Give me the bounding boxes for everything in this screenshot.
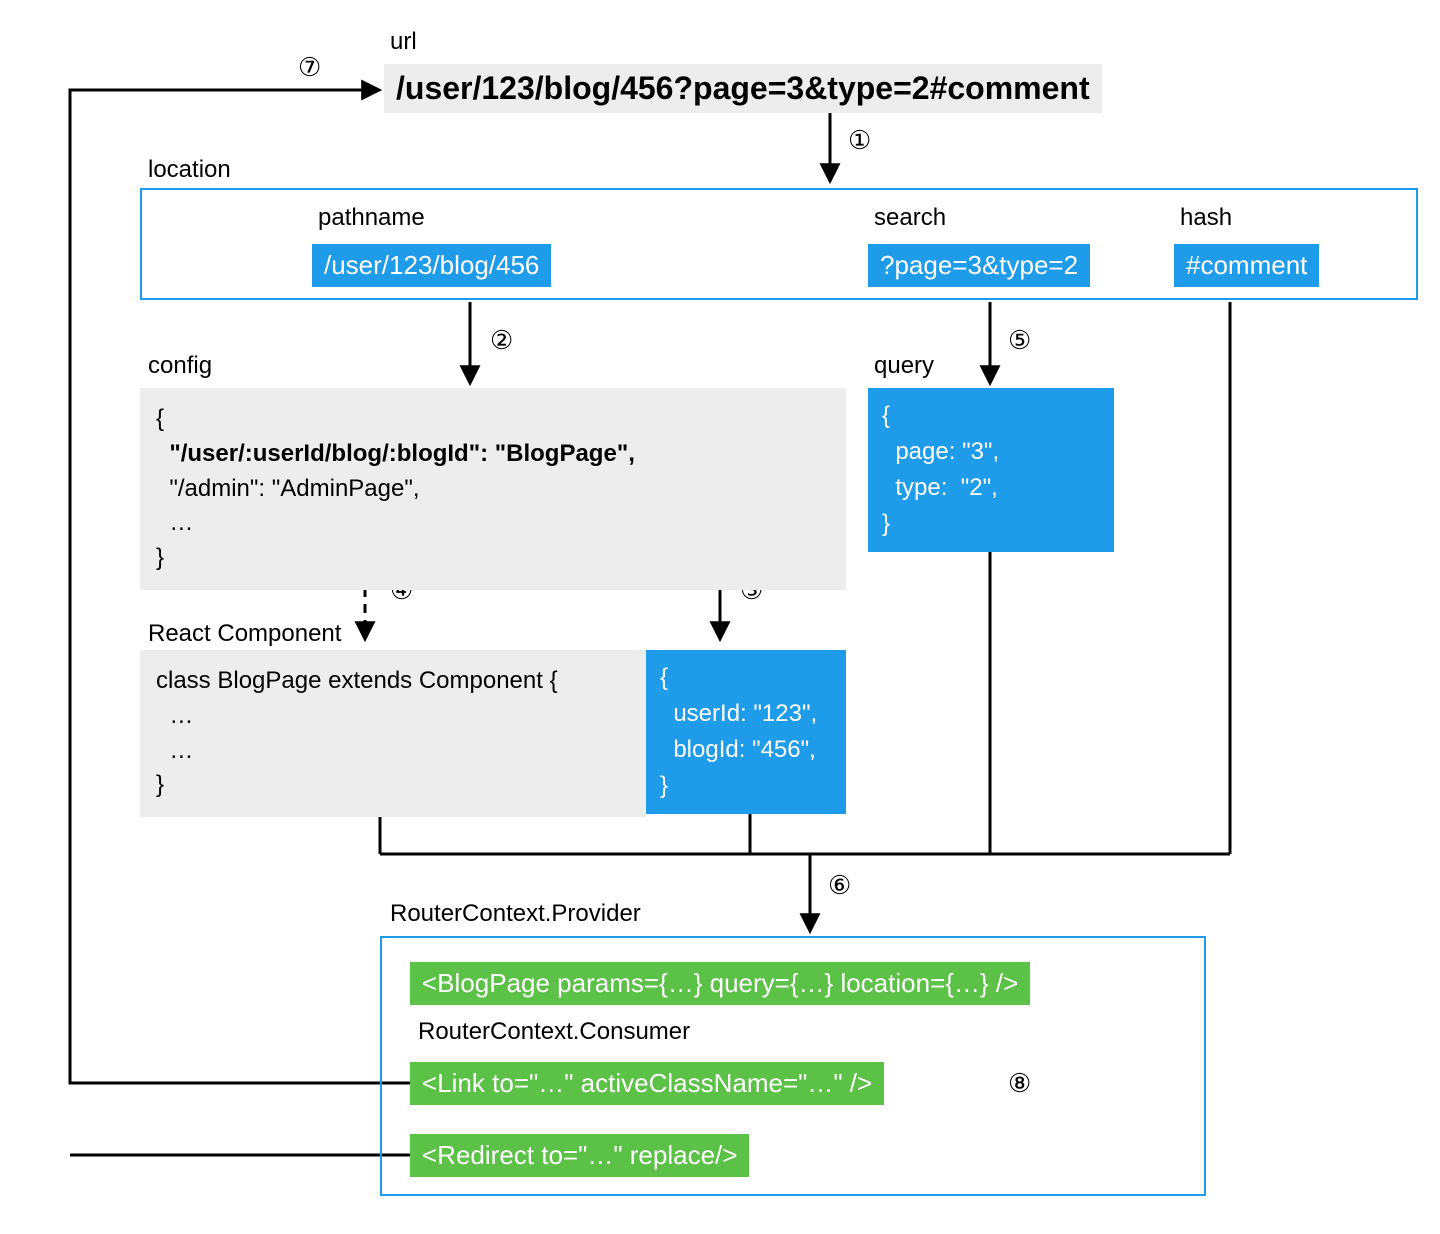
config-open: {	[156, 402, 830, 437]
step-7: ⑦	[298, 52, 321, 83]
component-line2: …	[156, 734, 630, 769]
step-5: ⑤	[1008, 325, 1031, 356]
provider-label: RouterContext.Provider	[390, 900, 641, 928]
hash-label: hash	[1180, 204, 1232, 232]
params-close: }	[660, 768, 832, 804]
component-box: class BlogPage extends Component { … … }	[140, 650, 646, 817]
config-line3: …	[156, 506, 830, 541]
location-label: location	[148, 156, 231, 184]
url-label: url	[390, 28, 417, 56]
react-component-label: React Component	[148, 620, 341, 648]
step-2: ②	[490, 325, 513, 356]
component-close: }	[156, 768, 630, 803]
config-box: { "/user/:userId/blog/:blogId": "BlogPag…	[140, 388, 846, 590]
redirect-jsx: <Redirect to="…" replace/>	[410, 1134, 749, 1177]
query-open: {	[882, 398, 1100, 434]
query-label: query	[874, 352, 934, 380]
provider-jsx: <BlogPage params={…} query={…} location=…	[410, 962, 1030, 1005]
params-box: { userId: "123", blogId: "456", }	[646, 650, 846, 814]
url-value: /user/123/blog/456?page=3&type=2#comment	[384, 64, 1102, 113]
pathname-label: pathname	[318, 204, 425, 232]
component-line1: …	[156, 699, 630, 734]
query-box: { page: "3", type: "2", }	[868, 388, 1114, 552]
search-label: search	[874, 204, 946, 232]
config-line2: "/admin": "AdminPage",	[156, 472, 830, 507]
query-close: }	[882, 506, 1100, 542]
consumer-label: RouterContext.Consumer	[418, 1018, 690, 1046]
query-line1: page: "3",	[882, 434, 1100, 470]
step-6: ⑥	[828, 870, 851, 901]
params-line1: userId: "123",	[660, 696, 832, 732]
step-1: ①	[848, 125, 871, 156]
params-open: {	[660, 660, 832, 696]
link-jsx: <Link to="…" activeClassName="…" />	[410, 1062, 884, 1105]
config-line1: "/user/:userId/blog/:blogId": "BlogPage"…	[156, 437, 830, 472]
component-open: class BlogPage extends Component {	[156, 664, 630, 699]
hash-value: #comment	[1174, 244, 1319, 287]
pathname-value: /user/123/blog/456	[312, 244, 551, 287]
config-label: config	[148, 352, 212, 380]
params-line2: blogId: "456",	[660, 732, 832, 768]
search-value: ?page=3&type=2	[868, 244, 1090, 287]
query-line2: type: "2",	[882, 470, 1100, 506]
config-close: }	[156, 541, 830, 576]
